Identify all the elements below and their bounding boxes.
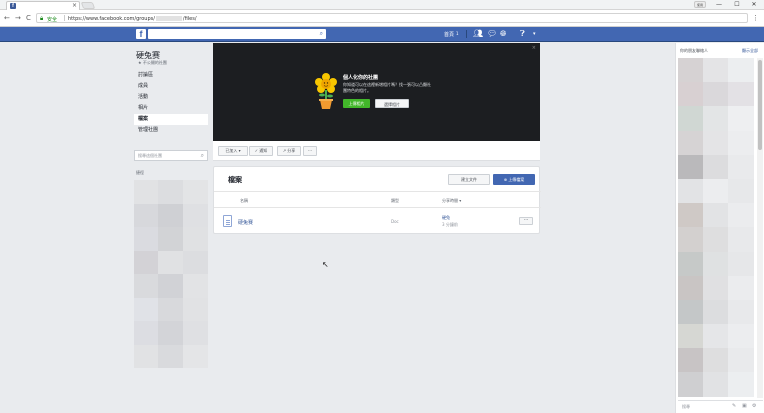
nav-separator (466, 30, 467, 38)
facebook-favicon-icon: f (10, 3, 16, 9)
messages-icon[interactable]: 💬︎ (487, 29, 497, 39)
minimize-button[interactable]: — (712, 0, 726, 9)
browser-tab-strip: f × 使用 — ☐ ✕ (0, 0, 764, 10)
upload-photo-button[interactable]: 上傳相片 (343, 99, 370, 108)
forward-icon[interactable]: → (15, 14, 21, 22)
cover-description: 你知道可以在這裡新增相片嗎？找一張可以凸顯社團特色的相片。 (343, 82, 431, 93)
group-search-input[interactable]: 搜尋這個社團 ⌕ (134, 150, 208, 161)
tab-close-icon[interactable]: × (72, 2, 77, 9)
friend-requests-icon[interactable]: 👥︎ (473, 29, 483, 39)
contacts-search-placeholder: 搜尋 (682, 404, 690, 409)
file-type: Doc (391, 219, 399, 224)
address-separator (64, 15, 65, 21)
shortcuts-label: 捷徑 (136, 170, 144, 175)
lock-icon: 🔒︎ (40, 15, 44, 22)
profile-button[interactable]: 使用 (694, 1, 706, 8)
file-more-button[interactable]: ··· (519, 217, 533, 225)
home-badge: 1 (456, 31, 459, 36)
maximize-button[interactable]: ☐ (730, 0, 744, 9)
left-nav-members[interactable]: 成員 (134, 81, 208, 92)
share-button[interactable]: ↗ 分享 (277, 146, 301, 156)
file-name-link[interactable]: 硬兔赛 (238, 219, 253, 226)
left-nav-files[interactable]: 檔案 (134, 114, 208, 125)
settings-gear-icon[interactable]: ⚙ (752, 403, 756, 409)
new-message-icon[interactable]: ✎ (732, 403, 736, 409)
browser-toolbar: ← → C 🔒︎ 安全 https://www.facebook.com/gro… (0, 10, 764, 27)
account-menu-icon[interactable]: ▾ (533, 29, 536, 39)
file-author-link[interactable]: 硬兔 (442, 215, 450, 221)
contacts-sidebar: 你的朋友聯絡人 顯示全部 搜尋 ✎ ▣ ⚙ (675, 43, 764, 413)
close-window-button[interactable]: ✕ (747, 0, 761, 9)
reload-icon[interactable]: C (26, 14, 31, 22)
search-icon[interactable]: ⌕ (320, 30, 323, 38)
notifications-button[interactable]: ✓ 通知 (249, 146, 273, 156)
left-nav-photos[interactable]: 相片 (134, 103, 208, 114)
column-type[interactable]: 類型 (391, 198, 399, 204)
scrollbar-thumb[interactable] (758, 60, 762, 150)
contacts-title: 你的朋友聯絡人 (680, 48, 708, 53)
files-title: 檔案 (228, 176, 242, 184)
divider (214, 207, 541, 208)
joined-button[interactable]: 已加入 ▾ (218, 146, 248, 156)
new-tab-button[interactable] (80, 2, 96, 9)
browser-menu-icon[interactable]: ⋮ (752, 14, 759, 22)
upload-file-button[interactable]: ⊕ 上傳檔案 (493, 174, 535, 185)
address-bar[interactable]: 🔒︎ 安全 https://www.facebook.com/groups//f… (36, 13, 748, 23)
blurred-shortcuts (134, 180, 208, 368)
column-shared-time[interactable]: 分享時間 ▾ (442, 198, 461, 204)
notifications-icon[interactable]: 🌐︎ (500, 29, 506, 39)
cover-title: 個人化你的社團 (343, 75, 379, 81)
contacts-search-input[interactable]: 搜尋 ✎ ▣ ⚙ (678, 400, 763, 411)
more-options-button[interactable]: ··· (303, 146, 317, 156)
blurred-contacts (678, 58, 754, 398)
choose-photo-button[interactable]: 選擇相片 (375, 99, 409, 108)
group-search-placeholder: 搜尋這個社團 (138, 153, 162, 158)
facebook-top-bar: f ⌕ 首頁 1 👥︎ 💬︎ 🌐︎ ❓︎ ▾ (0, 27, 764, 42)
see-all-link[interactable]: 顯示全部 (742, 48, 758, 54)
mouse-cursor-icon: ↖ (322, 260, 329, 269)
divider (214, 191, 541, 192)
group-privacy: ★ 不公開的社團 (138, 60, 167, 65)
help-icon[interactable]: ❓︎ (520, 29, 525, 39)
create-document-button[interactable]: 建立文件 (448, 174, 490, 185)
facebook-logo-icon[interactable]: f (136, 29, 146, 39)
files-panel: 檔案 建立文件 ⊕ 上傳檔案 名稱 類型 分享時間 ▾ 硬兔赛 Doc 硬兔 3… (213, 166, 541, 234)
file-time: 3 分鐘前 (442, 222, 458, 227)
left-nav-discussion[interactable]: 討論區 (134, 70, 208, 81)
document-icon (223, 215, 232, 227)
search-icon[interactable]: ⌕ (201, 152, 204, 160)
group-action-bar: 已加入 ▾ ✓ 通知 ↗ 分享 ··· (213, 141, 540, 161)
url-text: https://www.facebook.com/groups//files/ (68, 16, 197, 22)
flower-pot-icon (315, 73, 337, 109)
back-icon[interactable]: ← (4, 14, 10, 22)
column-name[interactable]: 名稱 (240, 198, 248, 204)
secure-label: 安全 (47, 17, 58, 23)
redacted-group-id (155, 16, 182, 21)
group-left-nav: 討論區 成員 活動 相片 檔案 管理社團 (134, 70, 208, 136)
video-call-icon[interactable]: ▣ (742, 403, 747, 409)
contacts-scrollbar[interactable] (757, 58, 763, 398)
facebook-search-input[interactable]: ⌕ (148, 29, 326, 39)
left-nav-manage[interactable]: 管理社團 (134, 125, 208, 136)
home-link[interactable]: 首頁 (444, 31, 454, 38)
browser-tab[interactable]: f × (6, 1, 80, 10)
left-nav-events[interactable]: 活動 (134, 92, 208, 103)
close-icon[interactable]: × (532, 45, 536, 51)
